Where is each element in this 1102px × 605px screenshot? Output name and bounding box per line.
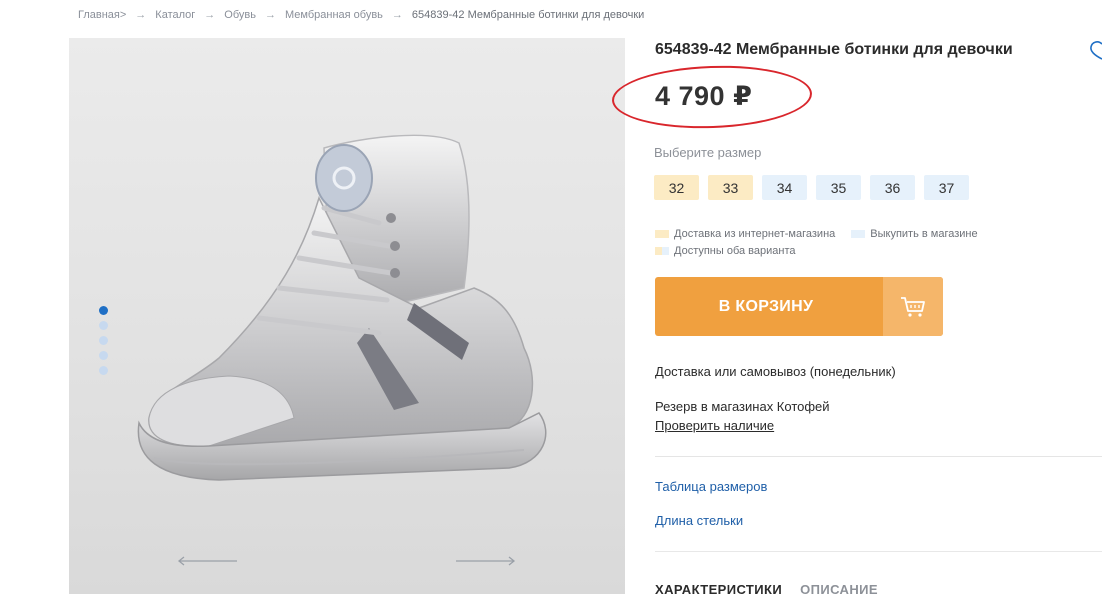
size-label: Выберите размер	[654, 145, 762, 160]
insole-length-link[interactable]: Длина стельки	[655, 513, 743, 528]
product-image	[137, 134, 547, 481]
gallery-dot[interactable]	[99, 306, 108, 315]
check-availability-link[interactable]: Проверить наличие	[655, 418, 774, 433]
product-tabs: ХАРАКТЕРИСТИКИ ОПИСАНИЕ	[655, 582, 878, 597]
cart-icon-box	[883, 277, 943, 336]
tab-characteristics[interactable]: ХАРАКТЕРИСТИКИ	[655, 582, 782, 597]
both-swatch	[655, 246, 669, 255]
heart-icon[interactable]	[1088, 40, 1102, 62]
tab-description[interactable]: ОПИСАНИЕ	[800, 582, 878, 597]
gallery-dot[interactable]	[99, 366, 108, 375]
divider	[655, 456, 1102, 457]
product-title: 654839-42 Мембранные ботинки для девочки	[655, 41, 1013, 58]
breadcrumb-current: 654839-42 Мембранные ботинки для девочки	[411, 9, 645, 21]
legend-both: Доступны оба варианта	[674, 244, 796, 257]
breadcrumb-arrow-icon: →	[135, 9, 147, 21]
gallery-dot[interactable]	[99, 336, 108, 345]
online-swatch	[655, 229, 669, 238]
size-option[interactable]: 33	[708, 175, 753, 200]
size-selector: 32 33 34 35 36 37	[654, 175, 969, 200]
store-swatch	[851, 229, 866, 238]
product-price: 4 790 ₽	[655, 81, 753, 111]
add-to-cart-button[interactable]: В КОРЗИНУ	[655, 277, 943, 336]
product-gallery	[69, 38, 625, 594]
breadcrumb: Главная> → Каталог → Обувь → Мембранная …	[78, 9, 644, 21]
divider	[655, 551, 1102, 552]
reserve-info: Резерв в магазинах Котофей	[655, 399, 830, 414]
size-option[interactable]: 37	[924, 175, 969, 200]
add-to-cart-label: В КОРЗИНУ	[718, 297, 814, 315]
cart-icon	[901, 296, 925, 317]
size-option[interactable]: 35	[816, 175, 861, 200]
arrow-right-icon[interactable]	[454, 556, 516, 566]
breadcrumb-home[interactable]: Главная>	[78, 9, 126, 21]
breadcrumb-arrow-icon: →	[265, 9, 276, 21]
delivery-info: Доставка или самовывоз (понедельник)	[655, 364, 896, 379]
breadcrumb-catalog[interactable]: Каталог	[155, 9, 195, 21]
legend-online: Доставка из интернет-магазина	[674, 227, 836, 240]
size-option[interactable]: 34	[762, 175, 807, 200]
arrow-left-icon[interactable]	[177, 556, 239, 566]
gallery-dot[interactable]	[99, 351, 108, 360]
gallery-dots	[99, 306, 108, 375]
size-option[interactable]: 32	[654, 175, 699, 200]
breadcrumb-footwear[interactable]: Обувь	[224, 9, 256, 21]
size-option[interactable]: 36	[870, 175, 915, 200]
size-table-link[interactable]: Таблица размеров	[655, 479, 767, 494]
breadcrumb-arrow-icon: →	[204, 9, 216, 21]
legend-store: Выкупить в магазине	[870, 227, 978, 240]
gallery-dot[interactable]	[99, 321, 108, 330]
breadcrumb-membrane[interactable]: Мембранная обувь	[285, 9, 383, 21]
availability-legend: Доставка из интернет-магазина Выкупить в…	[655, 225, 994, 259]
breadcrumb-arrow-icon: →	[391, 9, 403, 21]
